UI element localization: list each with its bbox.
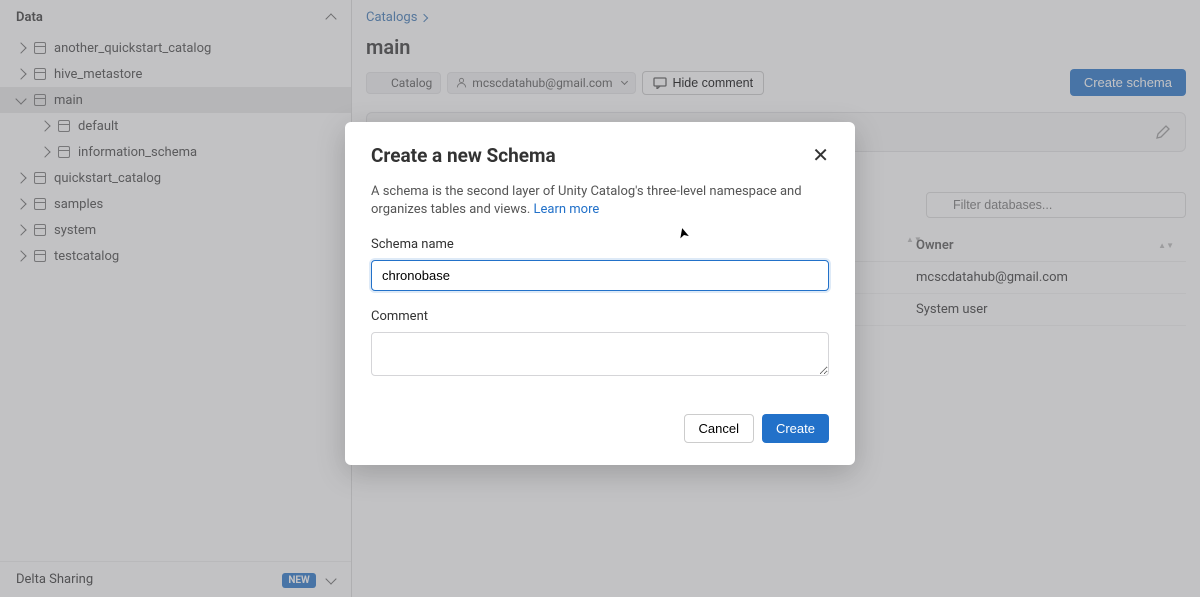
schema-name-input[interactable] bbox=[371, 260, 829, 291]
cancel-button[interactable]: Cancel bbox=[684, 414, 754, 443]
comment-input[interactable] bbox=[371, 332, 829, 376]
create-schema-modal: Create a new Schema ✕ A schema is the se… bbox=[345, 122, 855, 465]
modal-description: A schema is the second layer of Unity Ca… bbox=[371, 183, 829, 219]
create-button[interactable]: Create bbox=[762, 414, 829, 443]
learn-more-link[interactable]: Learn more bbox=[534, 202, 600, 217]
modal-overlay[interactable]: Create a new Schema ✕ A schema is the se… bbox=[0, 0, 1200, 597]
comment-label: Comment bbox=[371, 309, 829, 324]
modal-title: Create a new Schema bbox=[371, 144, 556, 167]
schema-name-label: Schema name bbox=[371, 237, 829, 252]
close-icon[interactable]: ✕ bbox=[812, 146, 829, 166]
